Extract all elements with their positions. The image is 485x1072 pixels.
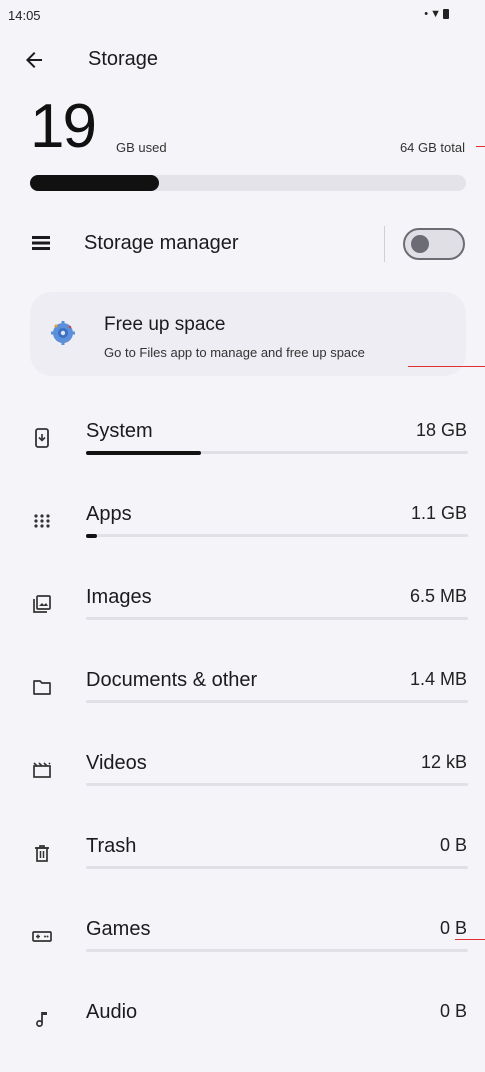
storage-manager-toggle[interactable] <box>403 228 465 260</box>
category-bar <box>86 866 468 869</box>
free-up-space-card[interactable]: Free up space Go to Files app to manage … <box>30 292 466 376</box>
category-size: 0 B <box>439 835 467 855</box>
total-storage: 64 GB total <box>399 140 465 155</box>
category-bar-fill <box>86 534 98 538</box>
used-unit: GB used <box>116 140 167 155</box>
category-size: 1.4 MB <box>409 669 467 689</box>
video-icon <box>32 760 52 780</box>
apps-grid-icon <box>32 511 52 531</box>
storage-manager-icon <box>32 236 50 250</box>
category-games[interactable]: Games 0 B <box>0 906 485 989</box>
category-documents[interactable]: Documents & other 1.4 MB <box>0 657 485 740</box>
category-system[interactable]: System 18 GB <box>0 408 485 491</box>
marker-line <box>476 146 485 147</box>
category-size: 18 GB <box>415 420 467 440</box>
marker-line <box>408 366 485 367</box>
category-size: 12 kB <box>420 752 467 772</box>
category-bar <box>86 949 468 952</box>
status-bar: 14:05 • ▼ <box>0 0 485 34</box>
toggle-knob <box>411 235 429 253</box>
category-size: 1.1 GB <box>410 503 467 523</box>
usage-bar-fill <box>30 175 160 191</box>
category-label: Audio <box>86 1001 138 1023</box>
category-bar <box>86 783 468 786</box>
category-label: Trash <box>86 835 137 857</box>
free-up-space-title: Free up space <box>104 314 226 335</box>
category-videos[interactable]: Videos 12 kB <box>0 740 485 823</box>
divider <box>384 226 385 262</box>
category-audio[interactable]: Audio 0 B <box>0 989 485 1072</box>
images-icon <box>32 594 52 614</box>
category-trash[interactable]: Trash 0 B <box>0 823 485 906</box>
category-bar <box>86 534 468 538</box>
storage-manager-label: Storage manager <box>84 232 239 254</box>
usage-bar <box>30 175 466 191</box>
category-bar <box>86 451 468 455</box>
free-up-space-subtitle: Go to Files app to manage and free up sp… <box>104 345 365 360</box>
gamepad-icon <box>32 926 52 946</box>
folder-icon <box>32 677 52 697</box>
category-bar-fill <box>86 451 201 455</box>
back-arrow-icon[interactable] <box>22 48 46 72</box>
category-bar <box>86 617 468 620</box>
category-bar <box>86 700 468 703</box>
status-time: 14:05 <box>8 8 41 23</box>
system-icon <box>32 428 52 448</box>
used-value: 19 <box>30 92 97 161</box>
storage-manager-row[interactable]: Storage manager <box>0 218 485 274</box>
trash-icon <box>32 843 52 863</box>
app-bar: Storage <box>0 34 485 86</box>
category-size: 0 B <box>439 1001 467 1021</box>
battery-icon <box>443 9 449 19</box>
status-icons: • ▼ <box>424 8 449 20</box>
category-label: Games <box>86 918 151 940</box>
files-app-icon <box>50 320 76 346</box>
category-label: Videos <box>86 752 147 774</box>
wifi-icon: ▼ <box>430 8 441 20</box>
category-apps[interactable]: Apps 1.1 GB <box>0 491 485 574</box>
marker-line <box>455 939 485 940</box>
music-note-icon <box>32 1009 52 1029</box>
page-title: Storage <box>88 48 159 70</box>
dot-icon: • <box>424 8 429 20</box>
category-label: Images <box>86 586 152 608</box>
category-label: System <box>86 420 153 442</box>
category-size: 6.5 MB <box>409 586 467 606</box>
category-label: Documents & other <box>86 669 258 691</box>
category-images[interactable]: Images 6.5 MB <box>0 574 485 657</box>
category-label: Apps <box>86 503 132 525</box>
category-size: 0 B <box>439 918 467 938</box>
